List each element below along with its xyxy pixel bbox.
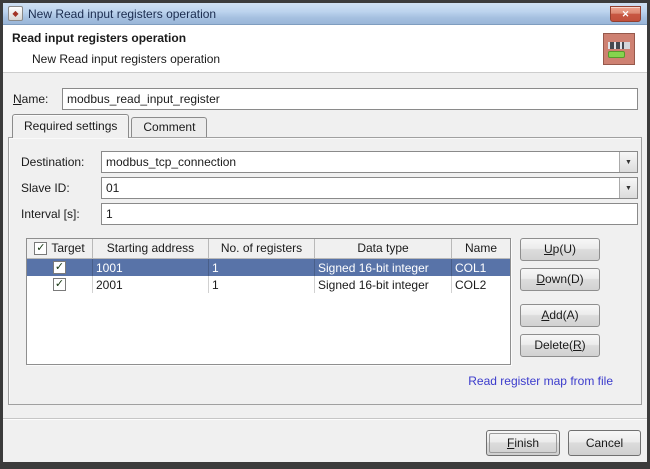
name-column-header: Name — [452, 239, 510, 259]
add-button[interactable]: Add(A) — [520, 304, 600, 327]
dialog-body: Name: Required settings Comment Destinat… — [3, 73, 647, 462]
app-icon: ◆ — [8, 6, 23, 21]
cancel-button[interactable]: Cancel — [568, 430, 641, 456]
delete-button[interactable]: Delete(R) — [520, 334, 600, 357]
target-checkbox[interactable]: ✓ — [53, 261, 66, 274]
target-checkbox[interactable]: ✓ — [53, 278, 66, 291]
page-subtitle: New Read input registers operation — [32, 52, 221, 66]
name-label: Name: — [13, 92, 49, 106]
page-title: Read input registers operation — [12, 31, 187, 45]
close-button[interactable]: ✕ — [610, 6, 641, 22]
finish-button[interactable]: Finish — [486, 430, 560, 456]
register-icon — [603, 33, 635, 65]
table-row[interactable]: ✓ 1001 1 Signed 16-bit integer COL1 — [27, 259, 510, 276]
slave-id-label: Slave ID: — [21, 181, 70, 195]
interval-label: Interval [s]: — [21, 207, 80, 221]
close-icon: ✕ — [621, 9, 630, 19]
tab-bar: Required settings Comment — [12, 114, 208, 138]
destination-label: Destination: — [21, 155, 85, 169]
chevron-down-icon[interactable]: ▼ — [619, 178, 637, 198]
window-title: New Read input registers operation — [28, 6, 217, 21]
read-register-map-link[interactable]: Read register map from file — [468, 374, 613, 388]
dialog-window: ◆ New Read input registers operation ✕ R… — [0, 0, 650, 469]
select-all-checkbox[interactable]: ✓ — [34, 242, 48, 255]
interval-input[interactable] — [101, 203, 638, 225]
table-row[interactable]: ✓ 2001 1 Signed 16-bit integer COL2 — [27, 276, 510, 293]
slave-id-select[interactable]: 01 ▼ — [101, 177, 638, 199]
dialog-header: Read input registers operation New Read … — [3, 25, 647, 73]
table-header-row: ✓ Target Starting address No. of registe… — [27, 239, 510, 259]
required-settings-panel: Destination: modbus_tcp_connection ▼ Sla… — [8, 137, 642, 405]
title-bar[interactable]: ◆ New Read input registers operation ✕ — [3, 3, 647, 25]
up-button[interactable]: Up(U) — [520, 238, 600, 261]
name-input[interactable] — [62, 88, 638, 110]
starting-address-column-header: Starting address — [93, 239, 209, 259]
tab-comment[interactable]: Comment — [131, 117, 208, 137]
chevron-down-icon[interactable]: ▼ — [619, 152, 637, 172]
tab-required-settings[interactable]: Required settings — [12, 114, 130, 138]
no-of-registers-column-header: No. of registers — [209, 239, 315, 259]
destination-select[interactable]: modbus_tcp_connection ▼ — [101, 151, 638, 173]
target-column-header: ✓ Target — [27, 239, 93, 259]
down-button[interactable]: Down(D) — [520, 268, 600, 291]
register-table: ✓ Target Starting address No. of registe… — [26, 238, 511, 365]
footer-separator — [3, 418, 647, 420]
data-type-column-header: Data type — [315, 239, 452, 259]
